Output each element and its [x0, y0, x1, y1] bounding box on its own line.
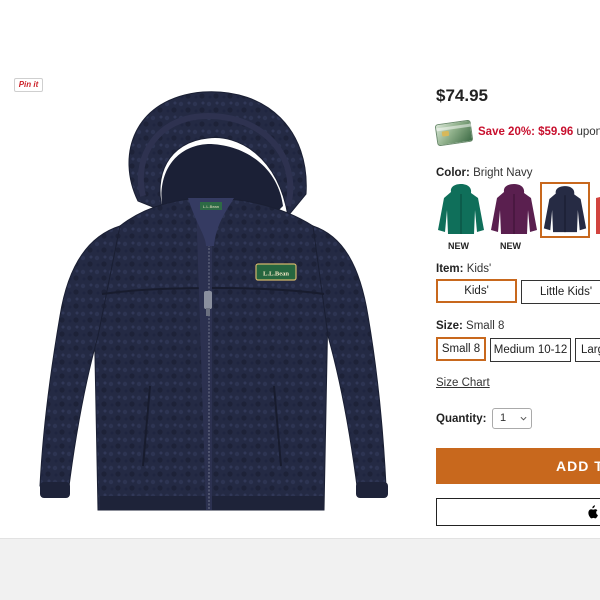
neck-label: L.L.Bean: [203, 204, 219, 209]
jacket-thumbnail-icon: [596, 197, 600, 234]
size-chart-link[interactable]: Size Chart: [436, 377, 490, 389]
color-label-row: Color: Bright Navy: [436, 167, 533, 179]
item-option-little-kids[interactable]: Little Kids': [521, 280, 600, 304]
new-badge: NEW: [500, 241, 521, 251]
add-to-bag-button[interactable]: ADD T: [436, 448, 600, 484]
color-selected-value: Bright Navy: [473, 167, 533, 179]
jacket-thumbnail-icon: [491, 184, 537, 234]
item-selected-value: Kids': [466, 263, 492, 275]
jacket-logo-patch: L.L.Bean: [263, 271, 289, 278]
product-page: Pin it L.L.Bean L.L.Bean $74.95 Save 20%…: [0, 0, 600, 538]
quantity-label: Quantity:: [436, 413, 487, 425]
swatch-plum[interactable]: [489, 182, 539, 238]
promo-rest: upon: [573, 126, 600, 138]
quantity-select[interactable]: 1: [492, 408, 532, 429]
size-label-row: Size: Small 8: [436, 320, 504, 332]
swatch-bright-navy[interactable]: [540, 182, 590, 238]
product-image: L.L.Bean L.L.Bean: [39, 91, 388, 511]
size-label: Size:: [436, 320, 463, 332]
swatch-green[interactable]: [436, 182, 486, 238]
size-option-small-8[interactable]: Small 8: [436, 337, 486, 361]
size-option-large[interactable]: Larg: [575, 338, 600, 362]
promo-text: Save 20%: $59.96 upon: [478, 126, 600, 138]
apple-icon: [588, 505, 598, 519]
chevron-down-icon: [520, 416, 527, 421]
size-option-medium-10-12[interactable]: Medium 10-12: [490, 338, 571, 362]
item-label: Item:: [436, 263, 464, 275]
swatch-red[interactable]: [594, 182, 600, 238]
promo-highlight: Save 20%: $59.96: [478, 126, 574, 138]
color-label: Color:: [436, 167, 470, 179]
price: $74.95: [436, 86, 488, 105]
item-label-row: Item: Kids': [436, 263, 491, 275]
jacket-thumbnail-icon: [543, 186, 587, 233]
jacket-thumbnail-icon: [438, 184, 484, 234]
size-selected-value: Small 8: [466, 320, 505, 332]
item-option-kids[interactable]: Kids': [436, 279, 517, 303]
product-details: $74.95 Save 20%: $59.96 upon Color: Brig…: [434, 0, 600, 538]
new-badge: NEW: [448, 241, 469, 251]
quantity-value: 1: [500, 412, 507, 424]
apple-pay-button[interactable]: [436, 498, 600, 526]
credit-card-icon: [434, 119, 474, 147]
page-footer-band: [0, 538, 600, 600]
